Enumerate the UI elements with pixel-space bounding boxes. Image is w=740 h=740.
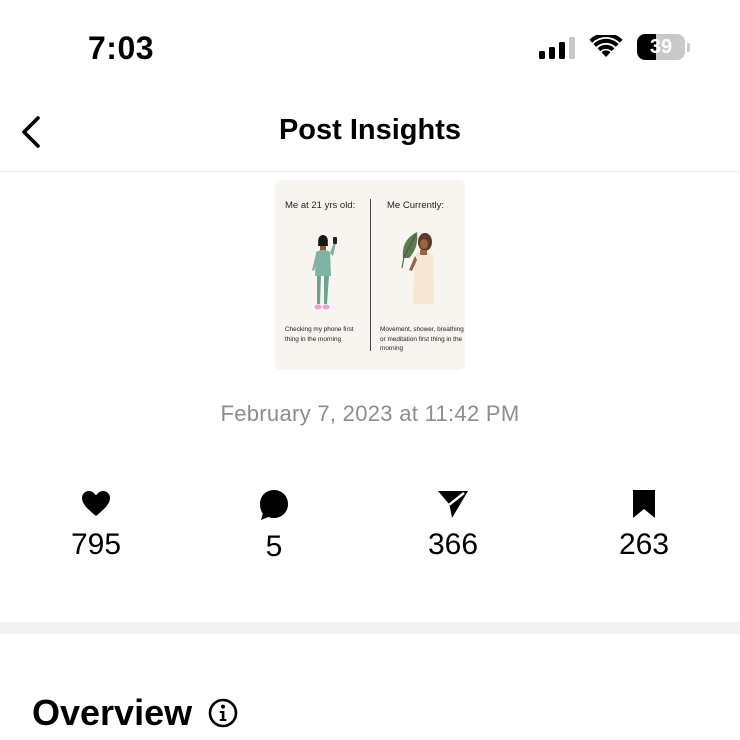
comments-metric[interactable]: 5: [214, 488, 334, 564]
thumb-caption-left-top: Me at 21 yrs old:: [285, 200, 356, 211]
engagement-metrics: 795 5 366 263: [0, 488, 740, 578]
comment-bubble-icon: [260, 490, 288, 520]
likes-metric[interactable]: 795: [36, 488, 156, 562]
battery-icon: 39: [637, 34, 690, 60]
thumb-divider: [370, 199, 371, 351]
wifi-icon: [589, 35, 623, 57]
section-divider: [0, 622, 740, 634]
thumb-caption-right-top: Me Currently:: [387, 200, 445, 211]
thumb-caption-right-bottom: Movement, shower, breathing or meditatio…: [380, 326, 464, 353]
cellular-signal-icon: [539, 35, 575, 59]
comments-count: 5: [265, 530, 283, 563]
overview-title: Overview: [32, 692, 193, 733]
woman-with-leaf-illustration: [401, 232, 434, 304]
post-date: February 7, 2023 at 11:42 PM: [220, 401, 520, 426]
shares-metric[interactable]: 366: [393, 488, 513, 562]
saves-metric[interactable]: 263: [584, 488, 704, 562]
thumb-caption-left-bottom: Checking my phone first thing in the mor…: [285, 326, 354, 343]
paper-plane-icon: [438, 491, 468, 518]
status-bar: 7:03 39: [0, 0, 740, 100]
overview-section: Overview: [32, 692, 238, 734]
bookmark-icon: [633, 490, 655, 518]
heart-icon: [82, 491, 110, 516]
post-thumbnail[interactable]: Me at 21 yrs old: Me Currently: Checking…: [275, 180, 465, 370]
page-title: Post Insights: [278, 114, 462, 146]
status-time: 7:03: [88, 30, 155, 66]
woman-with-phone-illustration: [312, 235, 337, 310]
status-icons: 39: [539, 34, 690, 60]
battery-level: 39: [649, 36, 673, 58]
shares-count: 366: [427, 528, 479, 561]
info-icon[interactable]: [208, 698, 238, 728]
nav-header: Post Insights: [0, 100, 740, 172]
saves-count: 263: [618, 528, 670, 561]
likes-count: 795: [70, 528, 122, 561]
